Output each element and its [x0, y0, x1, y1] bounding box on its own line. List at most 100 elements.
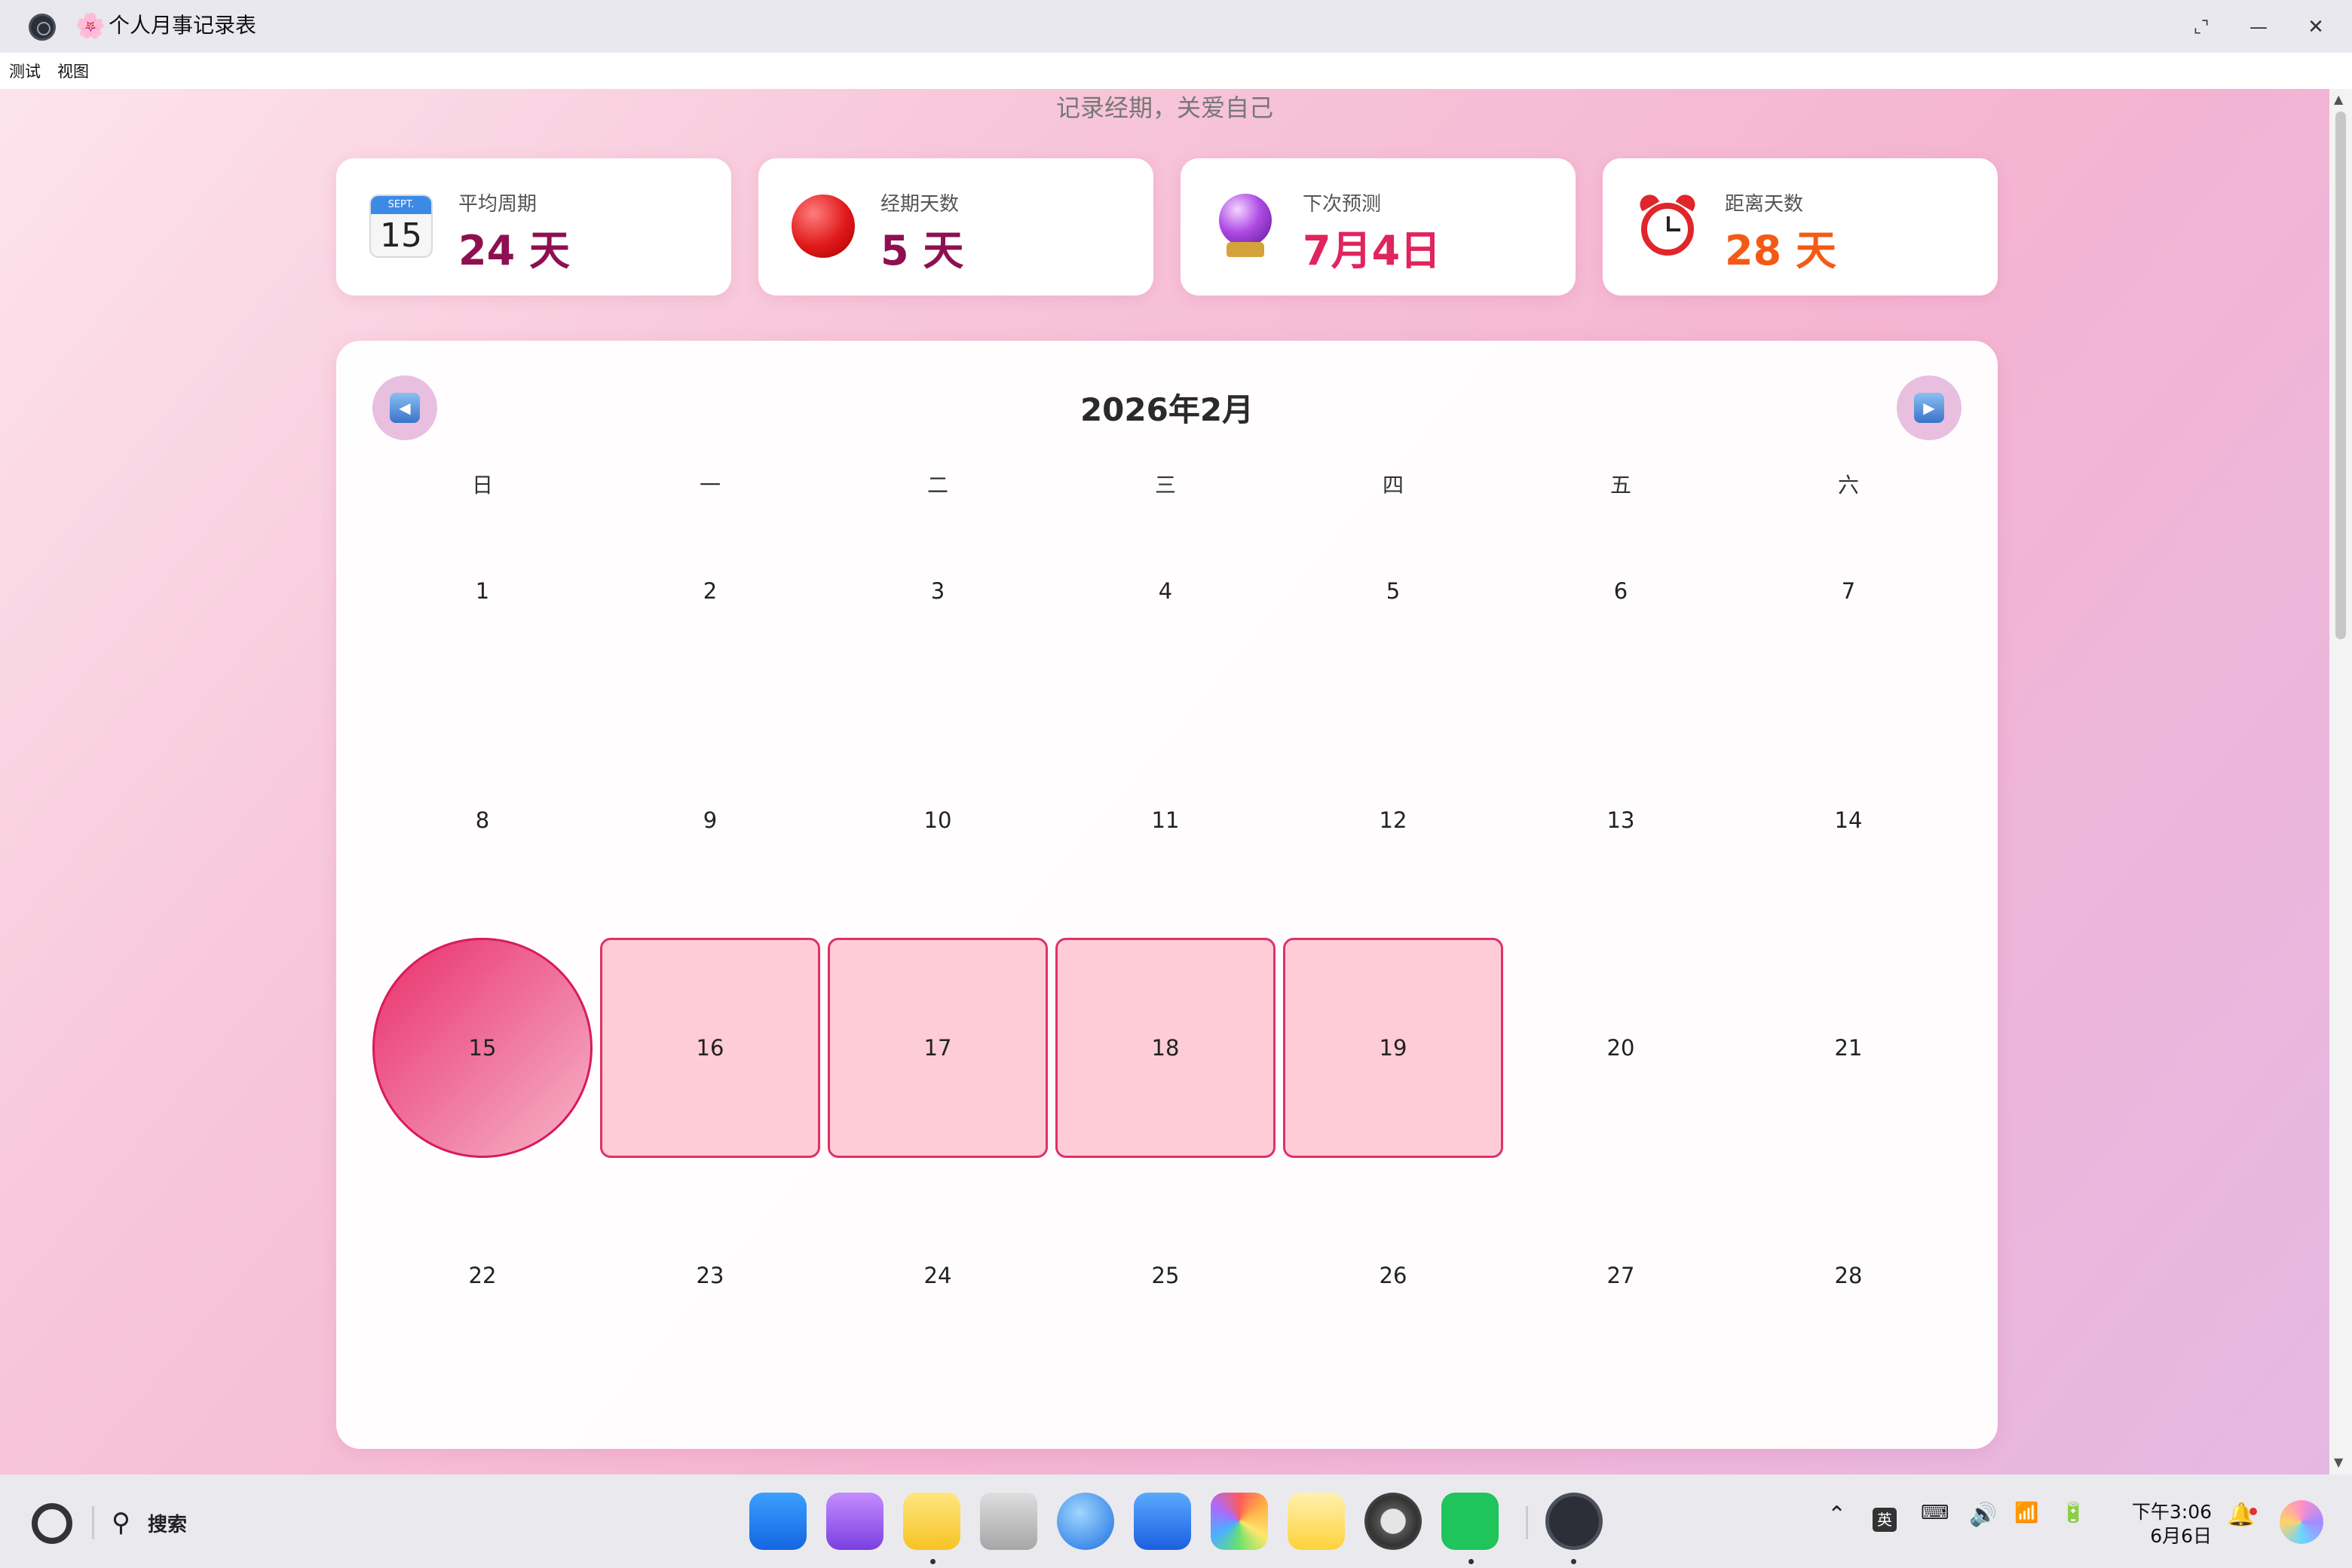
taskbar-divider — [92, 1506, 94, 1539]
calendar-icon-month: SEPT. — [371, 196, 431, 214]
notes-icon[interactable] — [1288, 1493, 1345, 1550]
taskbar: ⚲ 搜索 ⌃ 英 ⌨ 🔊 📶 🔋 下午3:06 6月6日 🔔 — [0, 1475, 2352, 1568]
app-content: 记录经期，关爱自己 SEPT. 15 平均周期 24 天 经期天数 5 天 下次… — [0, 89, 2329, 1475]
red-circle-icon — [790, 193, 856, 259]
calendar-day-period[interactable]: 17 — [828, 938, 1048, 1158]
calendar-day-period[interactable]: 16 — [600, 938, 820, 1158]
title-bar: 🌸 个人月事记录表 ⌞⌝ — ✕ — [0, 0, 2352, 53]
calendar-day[interactable]: 25 — [1055, 1165, 1276, 1386]
taskbar-time[interactable]: 下午3:06 — [2130, 1497, 2212, 1524]
calendar-day[interactable]: 22 — [372, 1165, 593, 1386]
calendar-day[interactable]: 8 — [372, 710, 593, 930]
calendar-day[interactable]: 13 — [1511, 710, 1731, 930]
calendar-day[interactable]: 5 — [1283, 481, 1503, 701]
app-logo-icon — [29, 14, 56, 41]
alarm-clock-icon — [1634, 191, 1701, 259]
minimize-button[interactable]: — — [2242, 11, 2275, 44]
calendar-day[interactable]: 2 — [600, 481, 820, 701]
next-month-button[interactable]: ▶ — [1897, 375, 1962, 440]
wifi-icon[interactable]: 📶 — [2014, 1502, 2038, 1524]
stat-card-days-remaining: 距离天数 28 天 — [1603, 158, 1998, 296]
running-indicator — [930, 1559, 936, 1564]
start-button[interactable] — [32, 1503, 72, 1544]
stat-card-period-days: 经期天数 5 天 — [758, 158, 1153, 296]
calendar-day[interactable]: 28 — [1738, 1165, 1958, 1386]
calendar-day[interactable]: 20 — [1511, 938, 1731, 1158]
stat-value: 5 天 — [880, 227, 964, 274]
calendar-day[interactable]: 27 — [1511, 1165, 1731, 1386]
calendar-day[interactable]: 7 — [1738, 481, 1958, 701]
assistant-icon[interactable] — [2280, 1500, 2323, 1544]
menu-item-test[interactable]: 测试 — [9, 60, 41, 82]
stat-card-next-prediction: 下次预测 7月4日 — [1181, 158, 1576, 296]
battery-icon[interactable]: 🔋 — [2061, 1502, 2085, 1524]
stat-label: 平均周期 — [458, 193, 537, 216]
calendar-icon-day: 15 — [380, 216, 422, 255]
restore-button[interactable]: ⌞⌝ — [2185, 11, 2218, 44]
stat-label: 经期天数 — [880, 193, 960, 216]
calendar-day[interactable]: 12 — [1283, 710, 1503, 930]
taskbar-search[interactable]: 搜索 — [148, 1509, 187, 1537]
calendar-day[interactable]: 1 — [372, 481, 593, 701]
crystal-ball-icon — [1212, 193, 1279, 259]
scroll-up-icon[interactable]: ▲ — [2334, 92, 2343, 106]
calendar-day[interactable]: 10 — [828, 710, 1048, 930]
electron-app-icon[interactable] — [1545, 1493, 1603, 1550]
files-icon[interactable] — [903, 1493, 960, 1550]
arrow-right-icon: ▶ — [1923, 399, 1935, 417]
cherry-blossom-icon: 🌸 — [75, 11, 106, 40]
calendar-day[interactable]: 24 — [828, 1165, 1048, 1386]
app-subtitle: 记录经期，关爱自己 — [1055, 93, 1273, 122]
running-indicator — [1571, 1559, 1576, 1564]
calendar-day[interactable]: 26 — [1283, 1165, 1503, 1386]
gallery-icon[interactable] — [1211, 1493, 1268, 1550]
taskbar-date[interactable]: 6月6日 — [2130, 1521, 2212, 1548]
calendar-day-period[interactable]: 19 — [1283, 938, 1503, 1158]
restore-icon: ⌞⌝ — [2193, 17, 2210, 37]
chevron-up-icon[interactable]: ⌃ — [1827, 1502, 1846, 1528]
scroll-thumb[interactable] — [2335, 112, 2346, 639]
window-title: 个人月事记录表 — [109, 13, 257, 38]
stat-value: 24 天 — [458, 227, 570, 274]
stat-value: 28 天 — [1725, 227, 1836, 274]
multitask-icon[interactable] — [826, 1493, 884, 1550]
close-icon: ✕ — [2308, 16, 2324, 38]
app-launcher-icon[interactable] — [749, 1493, 807, 1550]
running-indicator — [1468, 1559, 1474, 1564]
menu-item-view[interactable]: 视图 — [57, 60, 89, 82]
menu-bar: 测试 视图 — [0, 53, 2352, 89]
calendar-day[interactable]: 11 — [1055, 710, 1276, 930]
search-icon[interactable]: ⚲ — [112, 1508, 130, 1538]
calendar-icon: SEPT. 15 — [368, 193, 434, 259]
calendar-day[interactable]: 23 — [600, 1165, 820, 1386]
calendar-day-period[interactable]: 18 — [1055, 938, 1276, 1158]
calendar-day[interactable]: 14 — [1738, 710, 1958, 930]
settings-icon[interactable] — [1364, 1493, 1422, 1550]
trash-icon[interactable] — [980, 1493, 1037, 1550]
month-title: 2026年2月 — [1080, 391, 1254, 428]
volume-icon[interactable]: 🔊 — [1969, 1502, 1997, 1528]
keyboard-icon[interactable]: ⌨ — [1921, 1502, 1949, 1524]
ime-indicator[interactable]: 英 — [1873, 1508, 1897, 1532]
browser-icon[interactable] — [1057, 1493, 1114, 1550]
stat-label: 距离天数 — [1725, 193, 1804, 216]
calendar-day[interactable]: 9 — [600, 710, 820, 930]
calendar-day[interactable]: 4 — [1055, 481, 1276, 701]
vertical-scrollbar[interactable]: ▲ ▼ — [2329, 89, 2352, 1475]
calendar-day[interactable]: 3 — [828, 481, 1048, 701]
stat-value: 7月4日 — [1303, 227, 1441, 274]
calendar-day[interactable]: 21 — [1738, 938, 1958, 1158]
mail-icon[interactable] — [1134, 1493, 1191, 1550]
minimize-icon: — — [2249, 17, 2268, 38]
stat-label: 下次预测 — [1303, 193, 1382, 216]
close-button[interactable]: ✕ — [2299, 11, 2332, 44]
calendar-panel: ◀ 2026年2月 ▶ 日一二三四五六 1 2 3 4 5 6 7 8 9 10 11 12 13 14 1… — [336, 341, 1998, 1449]
taskbar-divider — [1526, 1506, 1528, 1539]
bell-icon[interactable]: 🔔 — [2227, 1502, 2255, 1528]
calendar-day-period-start[interactable]: 15 — [372, 938, 593, 1158]
wechat-icon[interactable] — [1441, 1493, 1499, 1550]
calendar-day[interactable]: 6 — [1511, 481, 1731, 701]
stat-card-avg-cycle: SEPT. 15 平均周期 24 天 — [336, 158, 731, 296]
scroll-down-icon[interactable]: ▼ — [2334, 1455, 2343, 1469]
notification-badge — [2249, 1508, 2257, 1515]
